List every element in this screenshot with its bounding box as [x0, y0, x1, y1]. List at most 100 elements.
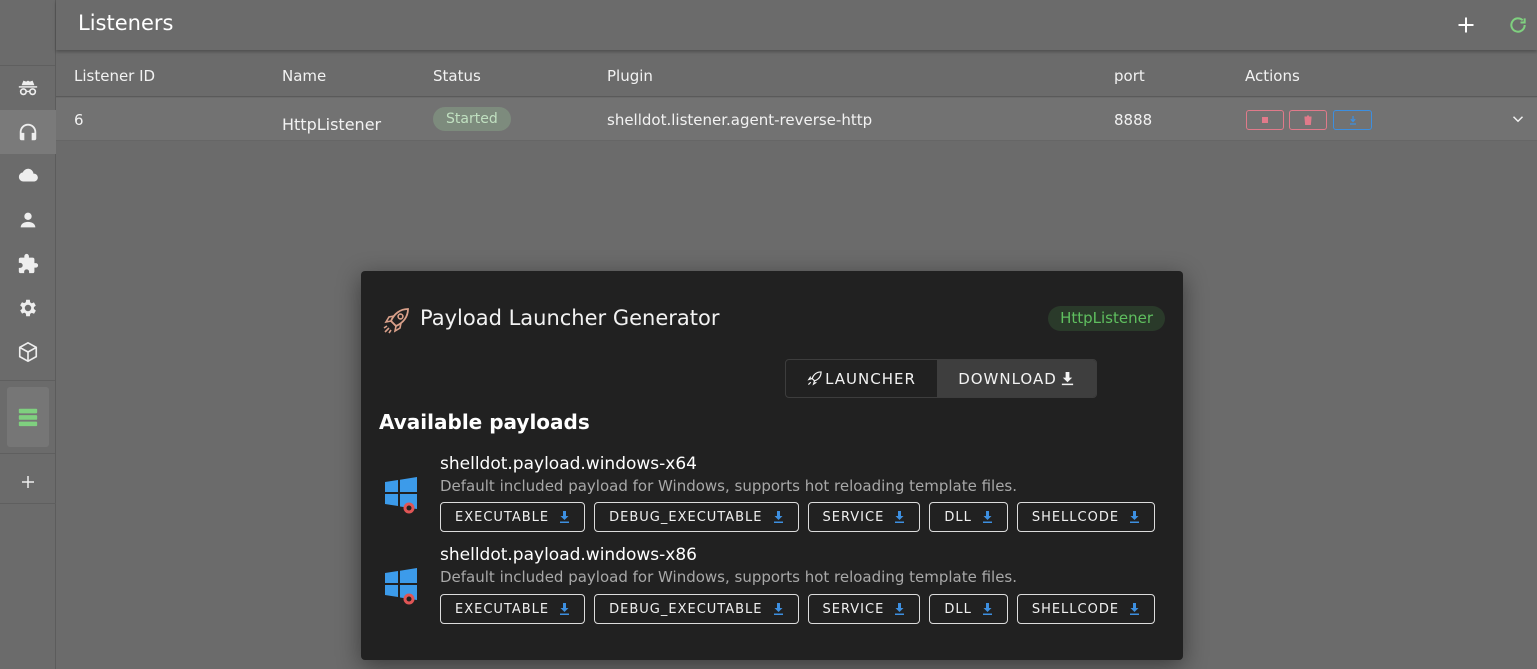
column-header: Actions	[1245, 67, 1300, 85]
package-icon	[18, 341, 38, 363]
sidebar-item-plugins[interactable]	[0, 242, 56, 286]
plus-icon	[22, 475, 34, 488]
button-label: DEBUG_EXECUTABLE	[609, 509, 763, 525]
shellcode-button[interactable]: SHELLCODE	[1016, 502, 1156, 532]
chevron-down-icon	[1512, 116, 1524, 123]
sidebar-add-button[interactable]	[0, 460, 56, 504]
shellcode-button[interactable]: SHELLCODE	[1016, 594, 1156, 624]
dialog-title: Payload Launcher Generator	[420, 306, 720, 330]
download-launcher-button[interactable]	[1333, 110, 1372, 130]
download-tab[interactable]: DOWNLOAD	[937, 360, 1096, 397]
download-icon	[982, 603, 992, 615]
column-header[interactable]: Listener ID	[74, 67, 155, 85]
executable-button[interactable]: EXECUTABLE	[440, 594, 586, 624]
service-button[interactable]: SERVICE	[807, 502, 921, 532]
stop-icon	[1262, 117, 1268, 123]
column-header[interactable]: port	[1114, 67, 1145, 85]
sidebar-item-server[interactable]	[7, 387, 49, 447]
download-icon	[773, 603, 783, 615]
debug-executable-button[interactable]: DEBUG_EXECUTABLE	[594, 502, 799, 532]
sidebar-item-packages[interactable]	[0, 330, 56, 374]
sidebar-top	[0, 0, 55, 66]
headphones-icon	[19, 123, 37, 141]
download-icon	[560, 603, 570, 615]
button-label: EXECUTABLE	[455, 601, 550, 617]
table-header: Listener ID Name Status Plugin port Acti…	[56, 55, 1537, 97]
download-icon	[560, 511, 570, 523]
executable-button[interactable]: EXECUTABLE	[440, 502, 586, 532]
page-title: Listeners	[78, 11, 174, 35]
download-icon	[982, 511, 992, 523]
payload-launcher-dialog: Payload Launcher Generator HttpListener …	[361, 271, 1183, 660]
column-header[interactable]: Status	[433, 67, 481, 85]
payload-item: shelldot.payload.windows-x64 Default inc…	[361, 454, 1183, 544]
download-icon	[1349, 116, 1356, 125]
payload-name: shelldot.payload.windows-x86	[440, 545, 697, 565]
table-row[interactable]: 6 HttpListener Started shelldot.listener…	[56, 98, 1537, 141]
button-label: SERVICE	[822, 601, 885, 617]
rocket-icon	[383, 308, 409, 334]
download-icon	[1061, 371, 1073, 386]
listener-plugin: shelldot.listener.agent-reverse-http	[607, 111, 873, 129]
sidebar	[0, 0, 56, 669]
status-badge: Started	[433, 107, 511, 131]
incognito-icon	[18, 80, 38, 96]
service-button[interactable]: SERVICE	[807, 594, 921, 624]
debug-executable-button[interactable]: DEBUG_EXECUTABLE	[594, 594, 799, 624]
sidebar-item-listeners[interactable]	[0, 110, 56, 154]
listener-name: HttpListener	[282, 115, 382, 134]
column-header[interactable]: Name	[282, 67, 326, 85]
payload-description: Default included payload for Windows, su…	[440, 477, 1018, 495]
user-icon	[20, 212, 36, 228]
sidebar-item-users[interactable]	[0, 198, 56, 242]
launcher-tab-label: LAUNCHER	[825, 369, 916, 388]
section-title: Available payloads	[379, 410, 590, 434]
download-icon	[895, 603, 905, 615]
rocket-icon	[807, 371, 822, 386]
sidebar-item-settings[interactable]	[0, 286, 56, 330]
plus-icon	[1458, 17, 1474, 33]
listener-id: 6	[74, 111, 84, 129]
windows-icon	[385, 477, 417, 514]
cloud-icon	[18, 168, 38, 182]
download-icon	[1130, 511, 1140, 523]
refresh-button[interactable]	[1505, 12, 1531, 38]
listener-port: 8888	[1114, 111, 1153, 129]
column-header[interactable]: Plugin	[607, 67, 653, 85]
button-label: SERVICE	[822, 509, 885, 525]
download-tab-label: DOWNLOAD	[958, 369, 1057, 388]
listener-chip: HttpListener	[1048, 306, 1165, 331]
dll-button[interactable]: DLL	[929, 594, 1008, 624]
button-label: EXECUTABLE	[455, 509, 550, 525]
delete-listener-button[interactable]	[1289, 110, 1327, 130]
sidebar-divider	[0, 453, 55, 454]
add-listener-button[interactable]	[1453, 12, 1479, 38]
expand-row-button[interactable]	[1509, 110, 1527, 128]
trash-icon	[1304, 115, 1312, 125]
sidebar-divider	[0, 380, 55, 381]
download-icon	[1130, 603, 1140, 615]
dll-button[interactable]: DLL	[929, 502, 1008, 532]
button-label: DLL	[944, 509, 972, 525]
download-icon	[773, 511, 783, 523]
payload-description: Default included payload for Windows, su…	[440, 568, 1018, 586]
sidebar-item-cloud[interactable]	[0, 154, 56, 198]
payload-buttons: EXECUTABLE DEBUG_EXECUTABLE SERVICE DLL …	[440, 502, 1156, 532]
refresh-icon	[1510, 17, 1526, 33]
sidebar-item-agents[interactable]	[0, 66, 56, 110]
button-label: SHELLCODE	[1031, 601, 1120, 617]
gear-icon	[20, 299, 36, 317]
launcher-download-toggle: LAUNCHER DOWNLOAD	[785, 359, 1097, 398]
launcher-tab[interactable]: LAUNCHER	[786, 360, 937, 397]
payload-buttons: EXECUTABLE DEBUG_EXECUTABLE SERVICE DLL …	[440, 594, 1156, 624]
server-icon	[18, 408, 38, 427]
puzzle-icon	[18, 253, 39, 274]
payload-name: shelldot.payload.windows-x64	[440, 454, 697, 474]
button-label: DLL	[944, 601, 972, 617]
button-label: SHELLCODE	[1031, 509, 1120, 525]
top-bar: Listeners	[56, 0, 1537, 50]
download-icon	[895, 511, 905, 523]
stop-listener-button[interactable]	[1246, 110, 1284, 130]
payload-item: shelldot.payload.windows-x86 Default inc…	[361, 545, 1183, 635]
windows-icon	[385, 568, 417, 605]
